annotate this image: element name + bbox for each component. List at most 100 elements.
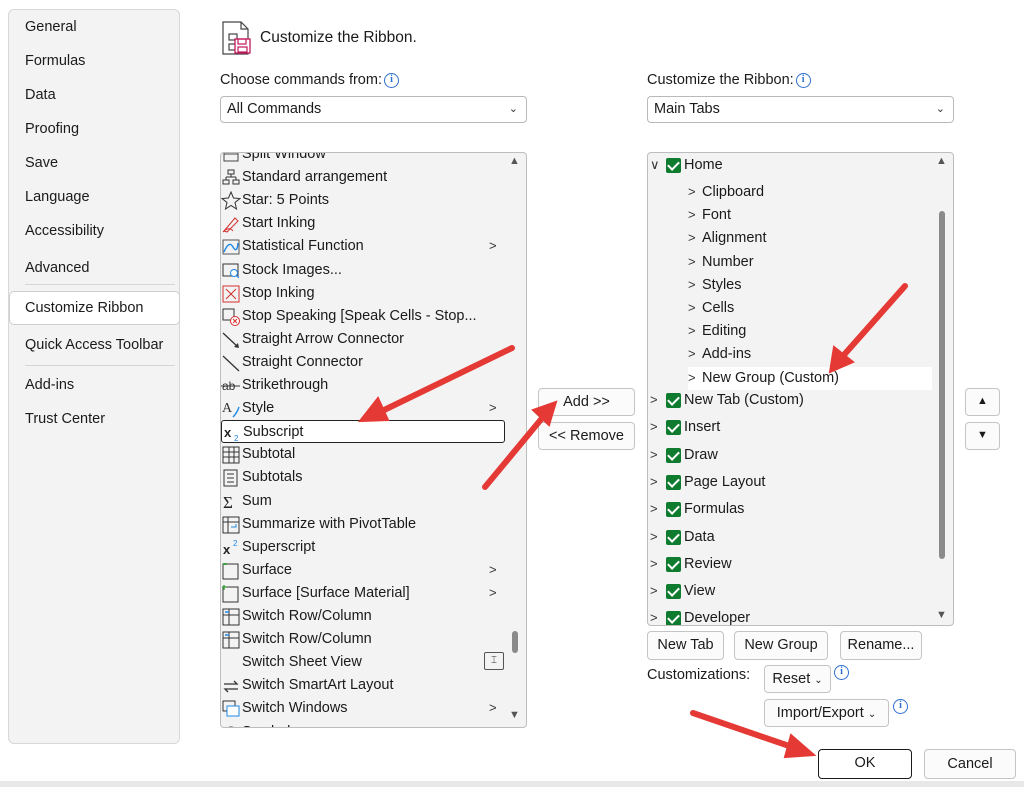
- ribbon-group-item[interactable]: > Alignment: [688, 227, 932, 250]
- rename-button[interactable]: Rename...: [840, 631, 922, 660]
- ribbon-tab-item[interactable]: ∨ Home: [650, 154, 930, 177]
- ribbon-group-item[interactable]: > Cells: [688, 297, 932, 320]
- command-item[interactable]: x 2 Superscript: [221, 536, 511, 559]
- nav-quick-access-toolbar[interactable]: Quick Access Toolbar: [25, 337, 163, 353]
- checkbox-checked[interactable]: [666, 447, 681, 463]
- nav-language[interactable]: Language: [25, 189, 90, 205]
- chevron-right-icon[interactable]: >: [650, 553, 658, 575]
- chevron-right-icon[interactable]: >: [688, 181, 696, 203]
- command-item[interactable]: Star: 5 Points: [221, 189, 511, 212]
- ribbon-group-item[interactable]: > Styles: [688, 274, 932, 297]
- checkbox-checked[interactable]: [666, 556, 681, 572]
- checkbox-checked[interactable]: [666, 502, 681, 518]
- ribbon-group-item[interactable]: > Add-ins: [688, 343, 932, 366]
- chevron-right-icon[interactable]: >: [650, 444, 658, 466]
- move-down-button[interactable]: ▼: [965, 422, 1000, 450]
- info-icon[interactable]: i: [834, 665, 849, 680]
- nav-customize-ribbon[interactable]: Customize Ribbon: [9, 291, 180, 325]
- ribbon-tab-item[interactable]: > New Tab (Custom): [650, 389, 930, 412]
- add-button[interactable]: Add >>: [538, 388, 635, 416]
- chevron-right-icon[interactable]: >: [688, 367, 696, 389]
- nav-accessibility[interactable]: Accessibility: [25, 223, 104, 239]
- chevron-right-icon[interactable]: >: [688, 227, 696, 249]
- ribbon-group-item[interactable]: > Number: [688, 251, 932, 274]
- command-item[interactable]: Subtotal: [221, 443, 511, 466]
- command-item[interactable]: Straight Arrow Connector: [221, 328, 511, 351]
- import-export-dropdown[interactable]: Import/Export ⌄: [764, 699, 889, 727]
- command-item[interactable]: Straight Connector: [221, 351, 511, 374]
- command-item[interactable]: Stop Inking: [221, 282, 511, 305]
- checkbox-checked[interactable]: [666, 474, 681, 490]
- chevron-right-icon[interactable]: >: [688, 343, 696, 365]
- remove-button[interactable]: << Remove: [538, 422, 635, 450]
- command-item[interactable]: Statistical Function >: [221, 235, 511, 258]
- command-item[interactable]: ab Strikethrough: [221, 374, 511, 397]
- scroll-down-icon[interactable]: ▼: [936, 609, 947, 621]
- new-tab-button[interactable]: New Tab: [647, 631, 724, 660]
- chevron-right-icon[interactable]: >: [650, 471, 658, 493]
- command-item[interactable]: Start Inking: [221, 212, 511, 235]
- chevron-right-icon[interactable]: >: [688, 251, 696, 273]
- nav-proofing[interactable]: Proofing: [25, 121, 79, 137]
- command-item[interactable]: A Style >: [221, 397, 511, 420]
- chevron-right-icon[interactable]: >: [650, 498, 658, 520]
- ribbon-tab-item[interactable]: > Page Layout: [650, 471, 930, 494]
- ribbon-tab-item[interactable]: > Insert: [650, 416, 930, 439]
- chevron-right-icon[interactable]: >: [650, 416, 658, 438]
- command-item[interactable]: Subtotals: [221, 466, 511, 489]
- command-item[interactable]: x 2 Subscript: [221, 420, 505, 444]
- ribbon-tab-item[interactable]: > Draw: [650, 444, 930, 467]
- nav-save[interactable]: Save: [25, 155, 58, 171]
- cancel-button[interactable]: Cancel: [924, 749, 1016, 779]
- chevron-right-icon[interactable]: >: [650, 389, 658, 411]
- command-item[interactable]: Σ Sum: [221, 490, 511, 513]
- ribbon-tab-item[interactable]: > View: [650, 580, 930, 603]
- checkbox-checked[interactable]: [666, 393, 681, 408]
- info-icon[interactable]: i: [383, 73, 399, 88]
- info-icon[interactable]: i: [795, 73, 811, 88]
- ribbon-group-item[interactable]: > Editing: [688, 320, 932, 343]
- scroll-up-icon[interactable]: ▲: [936, 155, 947, 167]
- move-up-button[interactable]: ▲: [965, 388, 1000, 416]
- reset-dropdown[interactable]: Reset ⌄: [764, 665, 831, 693]
- nav-trust-center[interactable]: Trust Center: [25, 411, 105, 427]
- info-icon[interactable]: i: [893, 699, 908, 714]
- command-item[interactable]: Switch Sheet View ⌶: [221, 651, 511, 674]
- nav-add-ins[interactable]: Add-ins: [25, 377, 74, 393]
- command-item[interactable]: Switch Row/Column: [221, 628, 511, 651]
- checkbox-checked[interactable]: [666, 158, 681, 173]
- chevron-right-icon[interactable]: >: [688, 297, 696, 319]
- chevron-right-icon[interactable]: >: [650, 580, 658, 602]
- sheet-view-dropdown-icon[interactable]: ⌶: [484, 652, 504, 671]
- choose-commands-dropdown[interactable]: All Commands ⌄: [220, 96, 527, 123]
- scrollbar-thumb[interactable]: [512, 631, 518, 653]
- chevron-right-icon[interactable]: >: [688, 320, 696, 342]
- chevron-right-icon[interactable]: >: [688, 274, 696, 296]
- chevron-right-icon[interactable]: >: [650, 526, 658, 548]
- checkbox-checked[interactable]: [666, 420, 681, 436]
- new-group-button[interactable]: New Group: [734, 631, 828, 660]
- ribbon-tab-item[interactable]: > Data: [650, 526, 930, 549]
- ribbon-group-item[interactable]: > Clipboard: [688, 181, 932, 204]
- nav-advanced[interactable]: Advanced: [25, 260, 90, 276]
- customize-ribbon-dropdown[interactable]: Main Tabs ⌄: [647, 96, 954, 123]
- scroll-down-icon[interactable]: ▼: [509, 709, 520, 721]
- command-item[interactable]: Split Window: [221, 153, 511, 166]
- scroll-up-icon[interactable]: ▲: [509, 155, 520, 167]
- command-item[interactable]: Stock Images...: [221, 259, 511, 282]
- command-item[interactable]: Surface [Surface Material] >: [221, 582, 511, 605]
- command-item[interactable]: Switch SmartArt Layout: [221, 674, 511, 697]
- command-item[interactable]: Stop Speaking [Speak Cells - Stop...: [221, 305, 511, 328]
- ok-button[interactable]: OK: [818, 749, 912, 779]
- command-item[interactable]: Standard arrangement: [221, 166, 511, 189]
- checkbox-checked[interactable]: [666, 584, 681, 600]
- ribbon-tab-item[interactable]: > Formulas: [650, 498, 930, 521]
- chevron-down-icon[interactable]: ∨: [650, 154, 660, 176]
- checkbox-checked[interactable]: [666, 529, 681, 545]
- checkbox-checked[interactable]: [666, 611, 681, 625]
- nav-formulas[interactable]: Formulas: [25, 53, 85, 69]
- scrollbar-thumb[interactable]: [939, 211, 945, 559]
- command-item[interactable]: Switch Row/Column: [221, 605, 511, 628]
- command-item[interactable]: Summarize with PivotTable: [221, 513, 511, 536]
- nav-data[interactable]: Data: [25, 87, 56, 103]
